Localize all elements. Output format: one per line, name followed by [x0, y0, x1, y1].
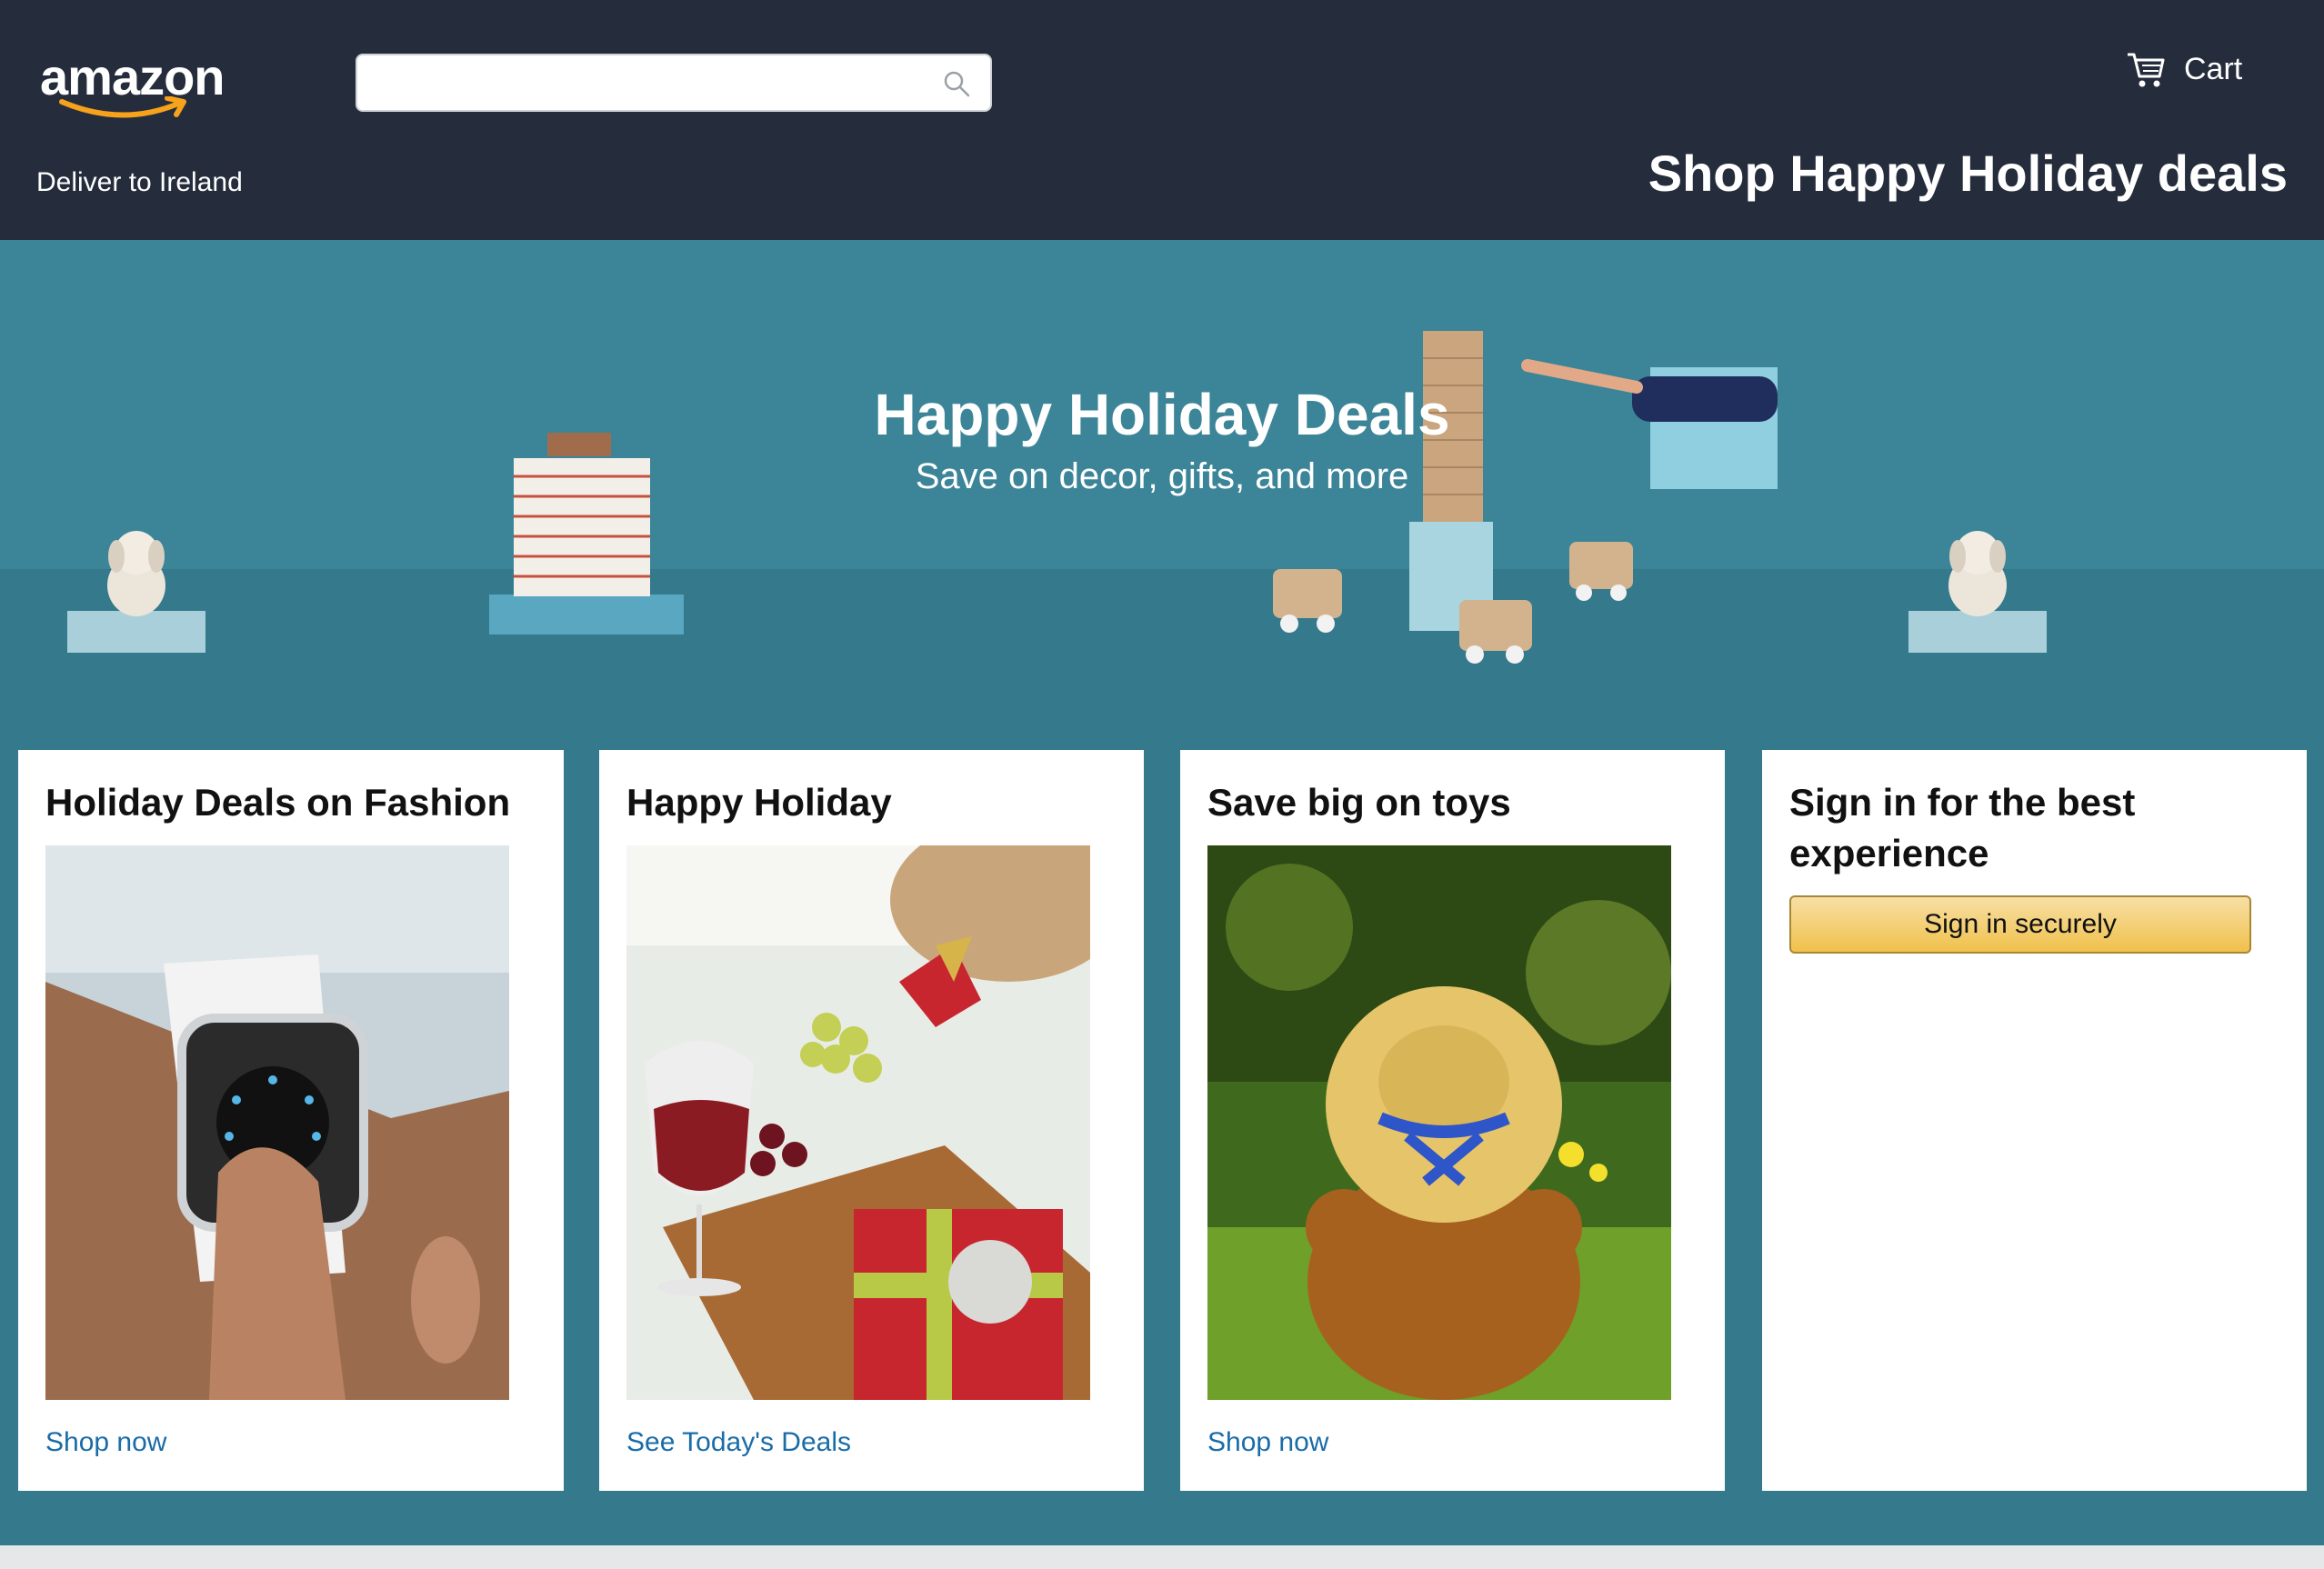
top-header: amazon Cart Deliver to Ireland Shop Happ… — [0, 0, 2324, 240]
search-input[interactable] — [366, 63, 916, 105]
card-fashion: Holiday Deals on Fashion Shop now — [18, 750, 564, 1491]
card-title: Happy Holiday — [626, 781, 892, 824]
hero-title: Happy Holiday Deals — [874, 382, 1450, 447]
teddy-bear-image[interactable] — [1207, 845, 1671, 1400]
card-toys: Save big on toys Shop now — [1180, 750, 1725, 1491]
fashion-shop-now-link[interactable]: Shop now — [45, 1427, 166, 1458]
card-title: Holiday Deals on Fashion — [45, 781, 511, 824]
cart-label: Cart — [2184, 51, 2243, 86]
card-title: Sign in for the best experience — [1789, 781, 2136, 874]
promo-headline[interactable]: Shop Happy Holiday deals — [1648, 144, 2288, 203]
sign-in-button[interactable]: Sign in securely — [1789, 895, 2251, 954]
page-bottom-edge — [0, 1545, 2324, 1569]
hero-subtitle: Save on decor, gifts, and more — [915, 456, 1409, 496]
toys-shop-now-link[interactable]: Shop now — [1207, 1427, 1328, 1458]
smartwatch-image[interactable] — [45, 845, 509, 1400]
cart-button[interactable]: Cart — [2126, 42, 2242, 96]
cart-icon — [2128, 53, 2165, 87]
amazon-logo[interactable]: amazon — [40, 44, 240, 118]
card-title: Save big on toys — [1207, 781, 1511, 824]
gifts-image[interactable] — [626, 845, 1090, 1400]
card-sign-in: Sign in for the best experience Sign in … — [1762, 750, 2307, 1491]
search-box[interactable] — [356, 54, 992, 112]
plush-dog-right-icon — [1908, 531, 2047, 653]
deliver-to-location[interactable]: Deliver to Ireland — [36, 167, 243, 198]
search-icon[interactable] — [943, 70, 970, 97]
plush-dog-left-icon — [67, 531, 205, 653]
hero-text: Happy Holiday Deals Save on decor, gifts… — [0, 385, 2324, 497]
card-happy-holiday: Happy Holiday See Today's Deals — [599, 750, 1144, 1491]
todays-deals-link[interactable]: See Today's Deals — [626, 1427, 851, 1458]
logo-smile-icon — [59, 96, 186, 118]
